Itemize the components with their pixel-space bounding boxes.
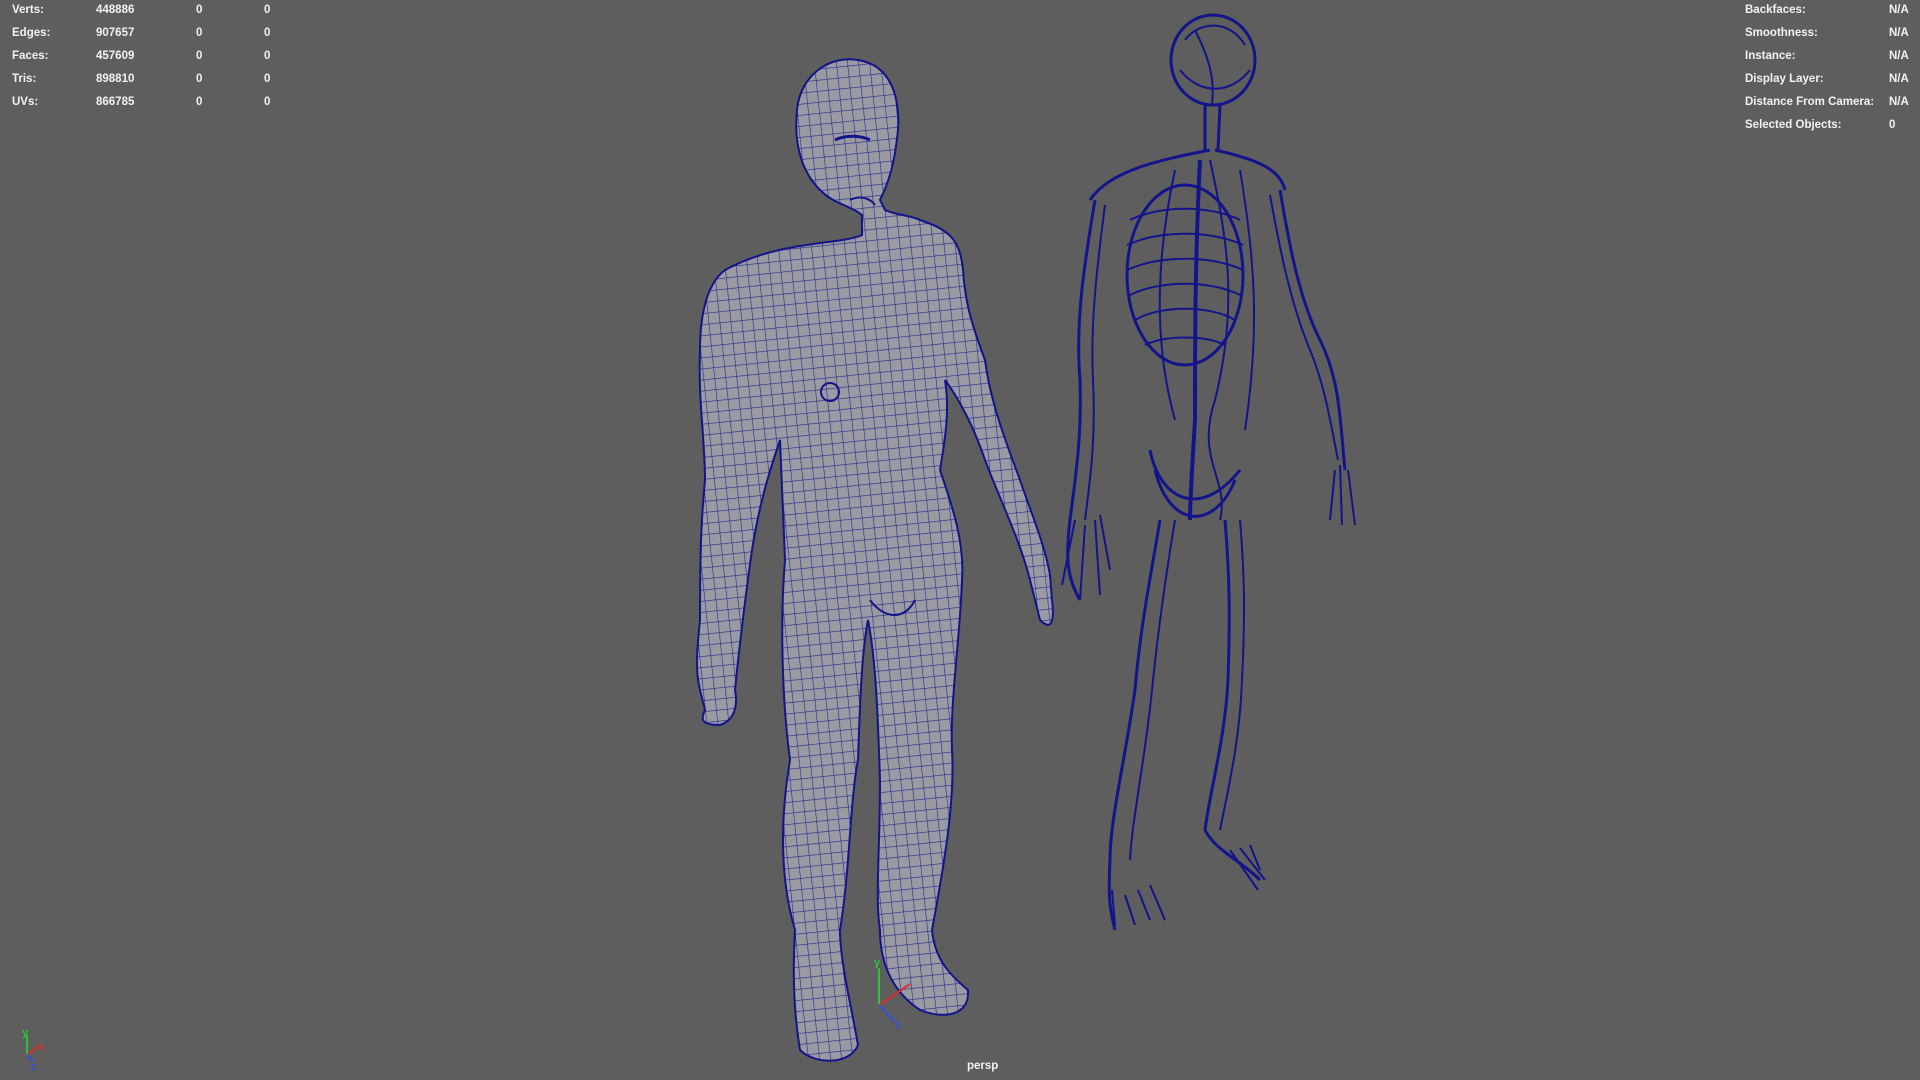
gizmo-y-label: y bbox=[22, 1027, 29, 1039]
gizmo-z-label: z bbox=[30, 1061, 36, 1073]
view-axis-gizmo: y x z bbox=[22, 1027, 45, 1073]
manip-y-label: y bbox=[874, 957, 881, 969]
viewport-persp[interactable]: Verts: 448886 0 0 Edges: 907657 0 0 Face… bbox=[0, 0, 1920, 1080]
camera-name-label: persp bbox=[967, 1060, 999, 1072]
human-body-mesh[interactable] bbox=[695, 58, 1054, 1062]
skeleton-vascular-mesh[interactable] bbox=[1061, 13, 1356, 931]
manip-z-label: z bbox=[895, 1019, 901, 1031]
gizmo-x-label: x bbox=[38, 1041, 45, 1053]
scene-canvas[interactable]: y z y x z bbox=[0, 0, 1920, 1080]
body-wire-overlay bbox=[696, 59, 1053, 1061]
